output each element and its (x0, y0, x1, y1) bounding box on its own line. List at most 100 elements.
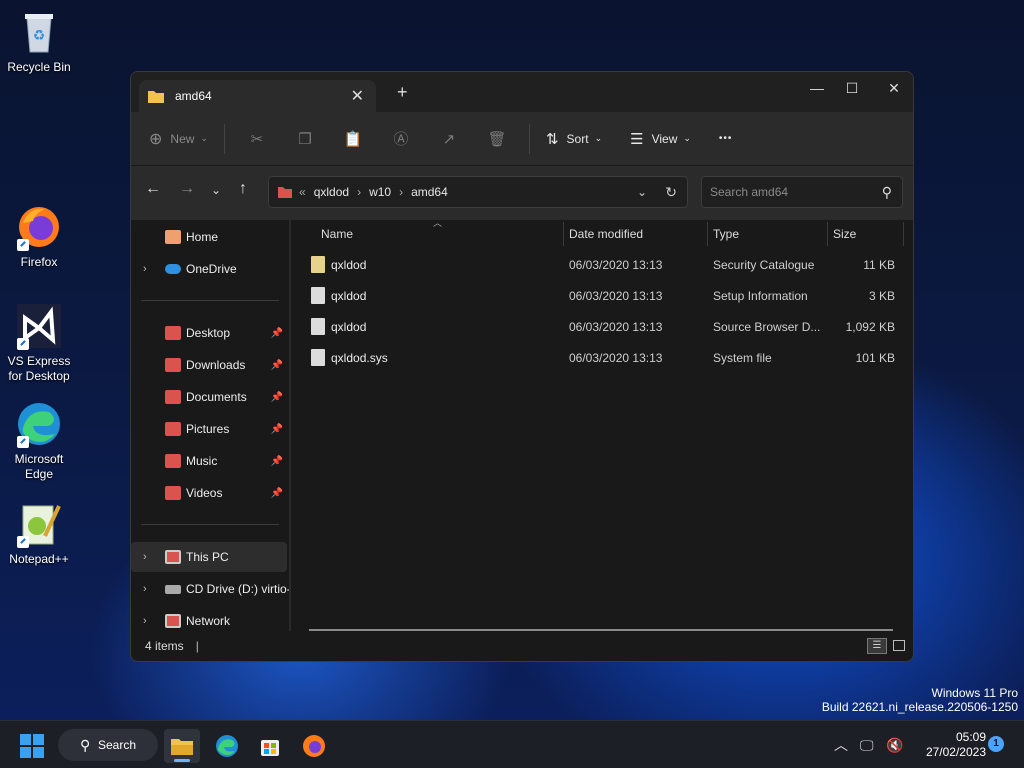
sidebar-item-label: CD Drive (D:) virtio- (186, 582, 291, 596)
sidebar-item-pictures[interactable]: Pictures 📌 (131, 414, 287, 444)
desktop-icon-firefox[interactable]: Firefox (1, 203, 77, 270)
taskbar-store[interactable] (252, 729, 288, 763)
column-header-date[interactable]: Date modified (569, 220, 643, 248)
sidebar-item-music[interactable]: Music 📌 (131, 446, 287, 476)
maximize-button[interactable]: ☐ (832, 76, 872, 100)
cut-icon[interactable]: ✂ (233, 130, 281, 148)
paste-icon[interactable]: 📋 (329, 130, 377, 148)
column-header-name[interactable]: Name (321, 220, 353, 248)
notification-badge[interactable]: 1 (988, 736, 1004, 752)
desktop-icon-label: Recycle Bin (7, 60, 71, 74)
sidebar-item-this-pc[interactable]: › This PC (131, 542, 287, 572)
chevron-right-icon[interactable]: › (143, 615, 147, 627)
delete-icon[interactable]: 🗑 (473, 130, 521, 148)
pin-icon[interactable]: 📌 (271, 360, 283, 371)
share-icon[interactable]: ↗ (425, 130, 473, 148)
taskbar-edge[interactable] (209, 729, 245, 763)
desktop-folder-icon (165, 326, 181, 340)
clock-date: 27/02/2023 (925, 745, 986, 759)
tab-close-button[interactable]: ✕ (351, 86, 364, 106)
desktop-icon-edge[interactable]: Microsoft Edge (1, 400, 77, 482)
taskbar-search-button[interactable]: ⚲ Search (58, 729, 158, 761)
sidebar-divider (141, 300, 279, 301)
pin-icon[interactable]: 📌 (271, 456, 283, 467)
documents-folder-icon (165, 390, 181, 404)
copy-icon[interactable]: ❐ (281, 130, 329, 148)
column-header-size[interactable]: Size (833, 220, 856, 248)
more-options-button[interactable]: ••• (719, 133, 733, 144)
taskbar: ⚲ Search ︿ 🖵 🔇 05:09 27/02/2023 (0, 720, 1024, 768)
pin-icon[interactable]: 📌 (271, 488, 283, 499)
chevron-right-icon[interactable]: › (143, 551, 147, 563)
sidebar-item-home[interactable]: Home (131, 222, 287, 252)
file-type: Setup Information (713, 289, 808, 303)
start-button[interactable] (20, 734, 44, 758)
up-button[interactable]: ↑ (239, 180, 247, 198)
desktop-icon-notepadpp[interactable]: Notepad++ (1, 500, 77, 567)
title-bar[interactable]: amd64 ✕ + — ☐ ✕ (131, 72, 913, 112)
file-type: System file (713, 351, 772, 365)
new-tab-button[interactable]: + (397, 82, 408, 103)
taskbar-file-explorer[interactable] (164, 729, 200, 763)
tiles-view-icon[interactable] (893, 640, 905, 651)
shortcut-arrow-icon (17, 436, 29, 448)
cloud-icon (165, 264, 181, 274)
cd-drive-icon (165, 584, 181, 594)
column-divider[interactable] (827, 222, 828, 246)
minimize-button[interactable]: — (797, 76, 837, 100)
firefox-icon (15, 203, 63, 251)
refresh-icon[interactable]: ↻ (665, 184, 677, 201)
breadcrumb-w10[interactable]: w10 (369, 185, 391, 199)
tab-amd64[interactable]: amd64 ✕ (139, 80, 376, 112)
system-clock[interactable]: 05:09 27/02/2023 (916, 730, 986, 760)
breadcrumb-qxldod[interactable]: qxldod (314, 185, 349, 199)
desktop-icon-recycle-bin[interactable]: ♻ Recycle Bin (1, 8, 77, 75)
sidebar-item-videos[interactable]: Videos 📌 (131, 478, 287, 508)
chevron-right-icon[interactable]: › (143, 583, 147, 595)
table-row[interactable]: qxldod 06/03/2020 13:13 Security Catalog… (303, 250, 901, 280)
rename-icon[interactable]: Ⓐ (377, 128, 425, 149)
column-divider[interactable] (707, 222, 708, 246)
view-button[interactable]: ☰ View ⌄ (630, 130, 691, 148)
breadcrumb-amd64[interactable]: amd64 (411, 185, 448, 199)
desktop-icon-vs-express[interactable]: VS Express for Desktop (1, 302, 77, 384)
breadcrumb-overflow[interactable]: « (299, 185, 306, 199)
sidebar-item-desktop[interactable]: Desktop 📌 (131, 318, 287, 348)
sort-button-label: Sort (566, 131, 589, 146)
table-row[interactable]: qxldod.sys 06/03/2020 13:13 System file … (303, 343, 901, 373)
pin-icon[interactable]: 📌 (271, 424, 283, 435)
pin-icon[interactable]: 📌 (271, 392, 283, 403)
back-button[interactable]: ← (145, 180, 161, 198)
address-dropdown-icon[interactable]: ⌄ (637, 185, 647, 199)
details-view-icon[interactable]: ☰ (867, 638, 887, 654)
sidebar-item-label: Documents (186, 390, 247, 404)
sidebar-item-onedrive[interactable]: › OneDrive (131, 254, 287, 284)
new-button[interactable]: ⊕ New ⌄ (149, 129, 208, 149)
close-button[interactable]: ✕ (874, 76, 913, 100)
address-bar[interactable]: « qxldod › w10 › amd64 ⌄ ↻ (268, 176, 688, 208)
column-divider[interactable] (563, 222, 564, 246)
pane-splitter[interactable] (289, 220, 291, 631)
column-header-type[interactable]: Type (713, 220, 739, 248)
sidebar-item-label: Pictures (186, 422, 230, 436)
volume-muted-icon[interactable]: 🔇 (886, 721, 903, 768)
pin-icon[interactable]: 📌 (271, 328, 283, 339)
column-divider[interactable] (903, 222, 904, 246)
table-row[interactable]: qxldod 06/03/2020 13:13 Setup Informatio… (303, 281, 901, 311)
network-status-icon[interactable]: 🖵 (860, 721, 874, 768)
chevron-right-icon[interactable]: › (143, 263, 147, 275)
sidebar-item-label: Videos (186, 486, 223, 500)
table-row[interactable]: qxldod 06/03/2020 13:13 Source Browser D… (303, 312, 901, 342)
sidebar-item-documents[interactable]: Documents 📌 (131, 382, 287, 412)
forward-button[interactable]: → (179, 180, 195, 198)
taskbar-search-label: Search (98, 738, 137, 752)
sort-button[interactable]: ⇅ Sort ⌄ (546, 130, 602, 148)
file-date: 06/03/2020 13:13 (569, 289, 663, 303)
show-hidden-icons-button[interactable]: ︿ (834, 721, 848, 768)
taskbar-firefox[interactable] (296, 729, 332, 763)
recent-locations-button[interactable]: ⌄ (211, 183, 221, 197)
search-input[interactable]: Search amd64 ⚲ (701, 176, 903, 208)
sidebar-item-cd-drive[interactable]: › CD Drive (D:) virtio- (131, 574, 291, 604)
sidebar-item-downloads[interactable]: Downloads 📌 (131, 350, 287, 380)
pictures-folder-icon (165, 422, 181, 436)
